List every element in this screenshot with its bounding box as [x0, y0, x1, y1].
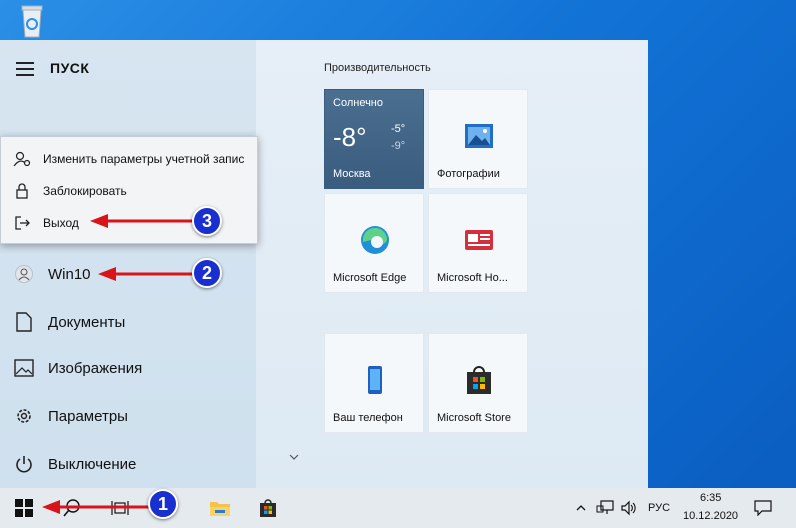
rail-item-power[interactable]: Выключение	[0, 442, 256, 486]
network-icon	[596, 500, 614, 514]
annotation-arrow-2	[98, 267, 194, 281]
rail-item-label: Документы	[48, 313, 126, 331]
file-explorer-button[interactable]	[196, 488, 244, 528]
phone-icon	[368, 366, 382, 394]
annotation-badge-2: 2	[192, 258, 222, 288]
input-language[interactable]: РУС	[648, 502, 670, 514]
tile-news[interactable]: Microsoft Ho...	[428, 193, 528, 293]
store-taskbar-button[interactable]	[244, 488, 292, 528]
tile-phone[interactable]: Ваш телефон	[324, 333, 424, 433]
weather-low: -9°	[391, 140, 406, 152]
clock-time[interactable]: 6:35	[700, 492, 721, 504]
store-icon	[260, 499, 276, 517]
tile-label: Microsoft Ho...	[437, 272, 508, 284]
notification-icon	[754, 500, 772, 516]
recycle-bin-icon[interactable]	[20, 4, 44, 38]
windows-logo-icon	[15, 499, 33, 517]
store-icon	[467, 366, 491, 394]
clock-date[interactable]: 10.12.2020	[683, 510, 738, 522]
tray-expand[interactable]	[570, 488, 592, 528]
tile-group-title: Производительность	[324, 62, 431, 74]
start-title: ПУСК	[50, 60, 90, 76]
tile-label: Фотографии	[437, 168, 500, 180]
popup-item-label: Выход	[43, 216, 79, 230]
lock-icon	[16, 183, 28, 199]
network-tray[interactable]	[594, 488, 616, 528]
rail-item-label: Параметры	[48, 407, 128, 425]
account-settings-icon	[13, 151, 31, 167]
tile-label: Ваш телефон	[333, 412, 403, 424]
weather-temperature: -8°	[333, 122, 367, 152]
change-account-settings[interactable]: Изменить параметры учетной запис	[1, 143, 259, 175]
weather-city: Москва	[333, 168, 371, 180]
user-avatar-icon	[15, 265, 33, 283]
news-icon	[465, 230, 493, 250]
photos-icon	[465, 124, 493, 148]
weather-high: -5°	[391, 123, 406, 135]
annotation-badge-3: 3	[192, 206, 222, 236]
tile-store[interactable]: Microsoft Store	[428, 333, 528, 433]
tile-edge[interactable]: Microsoft Edge	[324, 193, 424, 293]
power-icon	[16, 456, 32, 473]
folder-icon	[210, 502, 230, 516]
chevron-down-icon[interactable]	[288, 452, 300, 462]
lock-item[interactable]: Заблокировать	[1, 175, 259, 207]
annotation-arrow-3	[90, 214, 194, 228]
popup-item-label: Изменить параметры учетной запис	[43, 152, 245, 166]
hamburger-menu-icon[interactable]	[16, 62, 34, 76]
popup-item-label: Заблокировать	[43, 184, 127, 198]
tile-photos[interactable]: Фотографии	[428, 89, 528, 189]
edge-icon	[361, 226, 389, 254]
rail-item-documents[interactable]: Документы	[0, 300, 256, 344]
annotation-badge-1: 1	[148, 489, 178, 519]
tile-label: Microsoft Store	[437, 412, 511, 424]
pictures-icon	[14, 359, 34, 377]
tile-label: Microsoft Edge	[333, 272, 407, 284]
document-icon	[16, 312, 32, 332]
rail-item-label: Win10	[48, 265, 91, 283]
rail-item-pictures[interactable]: Изображения	[0, 346, 256, 390]
chevron-up-icon	[576, 505, 586, 511]
volume-icon	[621, 500, 636, 516]
notifications-button[interactable]	[750, 488, 776, 528]
annotation-arrow-1	[42, 500, 158, 514]
rail-item-label: Выключение	[48, 455, 137, 473]
sign-out-icon	[15, 216, 30, 230]
weather-tile[interactable]: Солнечно -8° -5° -9° Москва	[324, 89, 424, 189]
volume-tray[interactable]	[618, 488, 640, 528]
rail-item-label: Изображения	[48, 359, 143, 377]
gear-icon	[17, 409, 31, 423]
weather-condition: Солнечно	[333, 97, 383, 109]
rail-item-settings[interactable]: Параметры	[0, 394, 256, 438]
